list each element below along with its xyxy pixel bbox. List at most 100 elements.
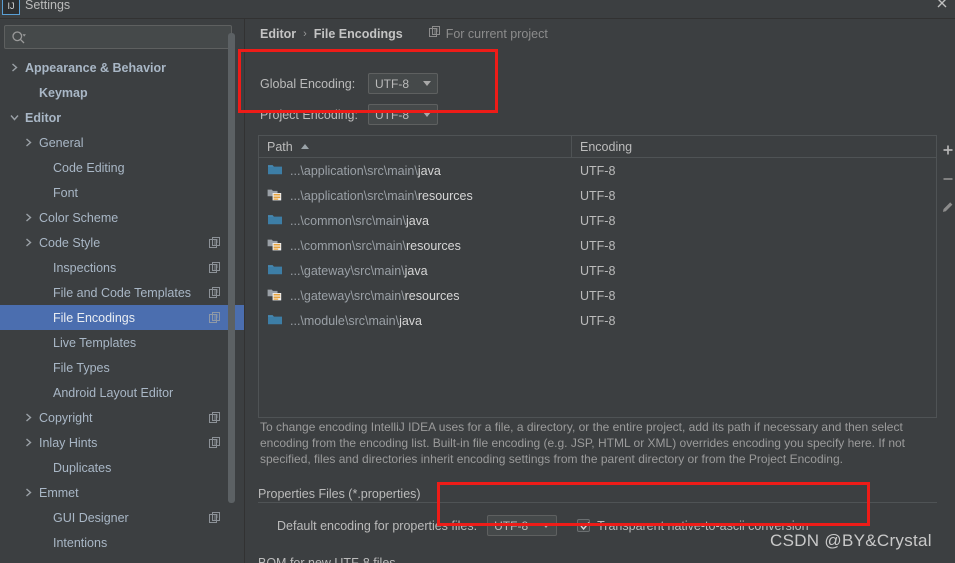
default-properties-encoding-value: UTF-8	[494, 518, 529, 533]
sidebar-item-editor[interactable]: Editor	[0, 105, 245, 130]
chevron-right-icon[interactable]	[22, 436, 35, 449]
title-bar: IJ Settings	[0, 0, 955, 19]
path-tail: java	[406, 213, 429, 228]
sidebar-scrollbar-thumb[interactable]	[228, 33, 235, 503]
sidebar-item-appearance-behavior[interactable]: Appearance & Behavior	[0, 55, 245, 80]
breadcrumb-parent[interactable]: Editor	[260, 27, 296, 41]
sidebar-item-keymap[interactable]: Keymap	[0, 80, 245, 105]
path-head: ...\common\src\main\	[290, 238, 406, 253]
sidebar-item-label: Emmet	[39, 485, 79, 500]
sidebar-item-general[interactable]: General	[0, 130, 245, 155]
transparent-conversion-checkbox[interactable]: Transparent native-to-ascii conversion	[577, 518, 809, 533]
table-cell-encoding[interactable]: UTF-8	[572, 189, 936, 203]
edit-pencil-icon[interactable]	[938, 197, 955, 218]
project-encoding-row: Project Encoding: UTF-8	[260, 104, 438, 125]
chevron-down-icon[interactable]	[8, 111, 21, 124]
column-header-encoding[interactable]: Encoding	[572, 136, 936, 157]
sidebar-item-gui-designer[interactable]: GUI Designer	[0, 505, 245, 530]
search-input[interactable]	[31, 26, 227, 48]
sidebar-item-label: File Encodings	[53, 310, 135, 325]
folder-resources-icon	[267, 186, 283, 205]
path-head: ...\common\src\main\	[290, 213, 406, 228]
sidebar-item-label: General	[39, 135, 84, 150]
table-row[interactable]: ...\application\src\main\java UTF-8	[259, 158, 936, 183]
sidebar-item-label: Intentions	[53, 535, 108, 550]
sidebar-item-emmet[interactable]: Emmet	[0, 480, 245, 505]
chevron-right-icon[interactable]	[22, 211, 35, 224]
search-box[interactable]	[4, 25, 232, 49]
table-row[interactable]: ...\module\src\main\java UTF-8	[259, 308, 936, 333]
sidebar-item-file-and-code-templates[interactable]: File and Code Templates	[0, 280, 245, 305]
table-header: Path Encoding	[259, 136, 936, 158]
breadcrumb: Editor › File Encodings For current proj…	[260, 26, 548, 41]
chevron-right-icon[interactable]	[22, 136, 35, 149]
sidebar-item-file-encodings[interactable]: File Encodings	[0, 305, 245, 330]
sort-ascending-icon	[300, 144, 309, 149]
close-icon[interactable]	[933, 0, 951, 12]
table-cell-encoding[interactable]: UTF-8	[572, 264, 936, 278]
sidebar-item-duplicates[interactable]: Duplicates	[0, 455, 245, 480]
sidebar-item-code-style[interactable]: Code Style	[0, 230, 245, 255]
sidebar-item-inspections[interactable]: Inspections	[0, 255, 245, 280]
path-head: ...\gateway\src\main\	[290, 288, 405, 303]
sidebar-item-live-templates[interactable]: Live Templates	[0, 330, 245, 355]
sidebar-item-label: Duplicates	[53, 460, 112, 475]
add-button[interactable]	[938, 139, 955, 160]
table-cell-encoding[interactable]: UTF-8	[572, 239, 936, 253]
sidebar-item-android-layout-editor[interactable]: Android Layout Editor	[0, 380, 245, 405]
path-tail: resources	[417, 188, 473, 203]
sidebar-item-inlay-hints[interactable]: Inlay Hints	[0, 430, 245, 455]
table-row[interactable]: ...\application\src\main\resources UTF-8	[259, 183, 936, 208]
sidebar-item-intentions[interactable]: Intentions	[0, 530, 245, 555]
app-icon: IJ	[2, 0, 20, 15]
project-scope-icon	[209, 311, 221, 324]
table-row[interactable]: ...\common\src\main\java UTF-8	[259, 208, 936, 233]
table-cell-encoding[interactable]: UTF-8	[572, 289, 936, 303]
chevron-right-icon[interactable]	[8, 61, 21, 74]
window-title: Settings	[25, 0, 71, 12]
path-tail: java	[399, 313, 423, 328]
properties-group-divider	[258, 502, 937, 503]
table-row[interactable]: ...\gateway\src\main\resources UTF-8	[259, 283, 936, 308]
search-icon	[11, 30, 27, 46]
column-header-path[interactable]: Path	[259, 136, 572, 157]
table-cell-path-text: ...\common\src\main\java	[290, 214, 429, 228]
folder-java-icon	[267, 161, 283, 180]
global-encoding-row: Global Encoding: UTF-8	[260, 73, 438, 94]
column-header-encoding-label: Encoding	[580, 139, 633, 154]
sidebar-item-label: Code Editing	[53, 160, 125, 175]
table-cell-path-text: ...\gateway\src\main\java	[290, 264, 428, 278]
default-properties-encoding-dropdown[interactable]: UTF-8	[487, 515, 558, 536]
sidebar-item-color-scheme[interactable]: Color Scheme	[0, 205, 245, 230]
chevron-right-icon[interactable]	[22, 486, 35, 499]
table-cell-encoding[interactable]: UTF-8	[572, 314, 936, 328]
sidebar-item-code-editing[interactable]: Code Editing	[0, 155, 245, 180]
settings-tree[interactable]: Appearance & Behavior Keymap Editor General…	[0, 55, 245, 563]
breadcrumb-current: File Encodings	[313, 26, 403, 41]
table-cell-encoding[interactable]: UTF-8	[572, 214, 936, 228]
project-scope-icon	[209, 511, 221, 524]
table-cell-path-text: ...\gateway\src\main\resources	[290, 289, 460, 303]
path-tail: resources	[406, 238, 461, 253]
settings-sidebar: Appearance & Behavior Keymap Editor General…	[0, 19, 245, 563]
sidebar-item-label: Editor	[25, 110, 62, 125]
sidebar-item-file-types[interactable]: File Types	[0, 355, 245, 380]
sidebar-item-copyright[interactable]: Copyright	[0, 405, 245, 430]
table-cell-path: ...\gateway\src\main\resources	[259, 286, 572, 305]
global-encoding-dropdown[interactable]: UTF-8	[368, 73, 438, 94]
properties-group-title: Properties Files (*.properties)	[258, 487, 427, 501]
transparent-conversion-label: Transparent native-to-ascii conversion	[597, 518, 809, 533]
chevron-right-icon[interactable]	[22, 411, 35, 424]
remove-button[interactable]	[938, 168, 955, 189]
table-row[interactable]: ...\gateway\src\main\java UTF-8	[259, 258, 936, 283]
project-scope-icon	[209, 286, 221, 299]
chevron-down-icon	[542, 523, 551, 528]
encodings-table: Path Encoding ...\application\src\main\j…	[258, 135, 937, 418]
project-encoding-dropdown[interactable]: UTF-8	[368, 104, 438, 125]
checkbox-box	[577, 519, 591, 532]
project-scope-icon	[209, 236, 221, 249]
table-row[interactable]: ...\common\src\main\resources UTF-8	[259, 233, 936, 258]
sidebar-item-font[interactable]: Font	[0, 180, 245, 205]
table-cell-encoding[interactable]: UTF-8	[572, 164, 936, 178]
chevron-right-icon[interactable]	[22, 236, 35, 249]
